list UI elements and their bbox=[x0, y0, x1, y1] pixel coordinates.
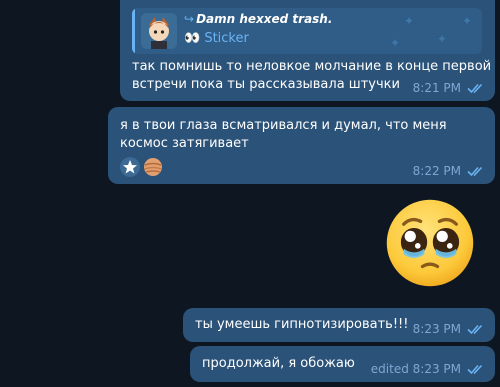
sparkle-decoration: ✦ bbox=[390, 36, 401, 50]
reply-subtitle: 👀 Sticker bbox=[184, 31, 249, 46]
sparkle-decoration: ✦ bbox=[462, 14, 473, 28]
sparkle-decoration: ✦ bbox=[404, 14, 415, 28]
outgoing-message-4[interactable]: продолжай, я обожаю edited 8:23 PM bbox=[190, 346, 495, 382]
message-text: ты умеешь гипнотизировать!!! bbox=[195, 317, 409, 332]
double-check-icon bbox=[467, 83, 483, 94]
sparkle-decoration: ✦ bbox=[437, 32, 448, 46]
message-meta: 8:23 PM bbox=[413, 322, 485, 336]
message-meta: 8:21 PM bbox=[413, 81, 485, 95]
planet-icon bbox=[144, 158, 162, 176]
custom-emoji-row bbox=[120, 157, 163, 177]
outgoing-message-1[interactable]: ↪ Damn hexxed trash. 👀 Sticker ✦ ✦ ✦ ✦ та… bbox=[120, 0, 495, 101]
double-check-icon bbox=[467, 324, 483, 335]
eyes-icon: 👀 bbox=[184, 31, 201, 46]
outgoing-message-2[interactable]: я в твои глаза всматривался и думал, что… bbox=[108, 107, 495, 184]
pleading-face-emoji[interactable] bbox=[383, 196, 477, 290]
outgoing-message-3[interactable]: ты умеешь гипнотизировать!!! 8:23 PM bbox=[183, 308, 495, 342]
message-meta: 8:22 PM bbox=[413, 164, 485, 178]
reply-author-name: Damn hexxed trash. bbox=[196, 12, 333, 26]
double-check-icon bbox=[467, 166, 483, 177]
star-icon bbox=[120, 157, 140, 177]
sticker-thumbnail bbox=[141, 13, 177, 49]
reply-arrow-icon: ↪ bbox=[184, 12, 195, 26]
reply-accent-bar bbox=[132, 8, 135, 54]
double-check-icon bbox=[467, 364, 483, 375]
message-time: 8:22 PM bbox=[412, 164, 461, 178]
message-text: продолжай, я обожаю bbox=[202, 356, 355, 371]
reply-author: ↪ Damn hexxed trash. bbox=[184, 12, 332, 26]
message-text: я в твои глаза всматривался и думал, что… bbox=[120, 118, 447, 151]
message-meta: edited 8:23 PM bbox=[371, 362, 485, 376]
message-time: edited 8:23 PM bbox=[370, 362, 461, 376]
reply-preview[interactable]: ↪ Damn hexxed trash. 👀 Sticker ✦ ✦ ✦ ✦ bbox=[132, 8, 482, 54]
message-time: 8:21 PM bbox=[412, 81, 461, 95]
message-time: 8:23 PM bbox=[412, 322, 461, 336]
reply-sticker-label: Sticker bbox=[204, 31, 249, 46]
